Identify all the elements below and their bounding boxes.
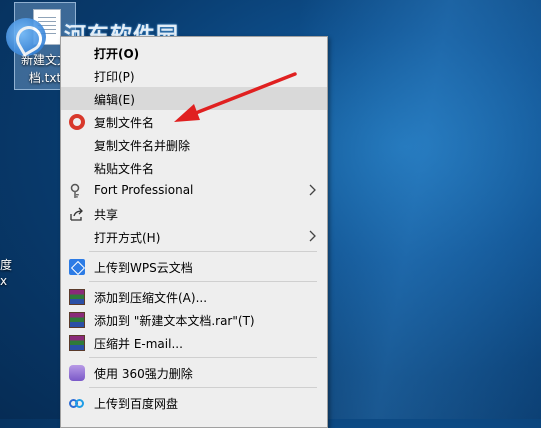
menu-item-label: 打开(O) — [94, 47, 140, 61]
partial-desktop-label: 度 — [0, 258, 13, 272]
red-arrow-annotation — [174, 72, 297, 122]
menu-item-label: 上传到百度网盘 — [94, 397, 179, 411]
winrar-icon — [69, 289, 85, 305]
menu-item-label: 添加到 "新建文本文档.rar"(T) — [94, 314, 255, 328]
menu-item-label: 粘贴文件名 — [94, 162, 155, 176]
menu-item-label: 共享 — [94, 208, 119, 222]
winrar-icon — [69, 335, 85, 351]
wps-cloud-icon — [69, 259, 85, 275]
menu-item-open[interactable]: 打开(O) — [61, 41, 327, 64]
menu-item-upload-wps[interactable]: 上传到WPS云文档 — [61, 255, 327, 278]
menu-item-label: Fort Professional — [94, 183, 194, 197]
menu-item-fort-professional[interactable]: Fort Professional — [61, 179, 327, 202]
menu-item-copy-filename-delete[interactable]: 复制文件名并删除 — [61, 133, 327, 156]
menu-separator — [89, 251, 317, 252]
menu-separator — [89, 357, 317, 358]
menu-item-label: 压缩并 E-mail... — [94, 337, 183, 351]
copy-filename-icon — [69, 114, 85, 130]
menu-item-paste-filename[interactable]: 粘贴文件名 — [61, 156, 327, 179]
share-icon — [70, 207, 83, 221]
menu-item-label: 复制文件名并删除 — [94, 139, 191, 153]
menu-item-add-to-archive[interactable]: 添加到压缩文件(A)... — [61, 285, 327, 308]
menu-separator — [89, 387, 317, 388]
baidu-netdisk-icon — [69, 395, 85, 411]
wallpaper-light-beam — [300, 0, 541, 419]
360-icon — [69, 365, 85, 381]
menu-item-baidu-upload[interactable]: 上传到百度网盘 — [61, 391, 327, 414]
key-icon — [70, 183, 80, 198]
winrar-icon — [69, 312, 85, 328]
menu-item-open-with[interactable]: 打开方式(H) — [61, 225, 327, 248]
chevron-right-icon — [309, 184, 316, 196]
menu-item-360-delete[interactable]: 使用 360强力删除 — [61, 361, 327, 384]
menu-item-label: 编辑(E) — [94, 93, 135, 107]
menu-item-label: 打开方式(H) — [94, 231, 161, 245]
partial-desktop-label: x — [0, 274, 8, 288]
menu-item-label: 复制文件名 — [94, 116, 155, 130]
menu-item-label: 添加到压缩文件(A)... — [94, 291, 208, 305]
document-icon — [33, 9, 61, 45]
menu-item-compress-email[interactable]: 压缩并 E-mail... — [61, 331, 327, 354]
menu-item-share[interactable]: 共享 — [61, 202, 327, 225]
chevron-right-icon — [309, 230, 316, 242]
menu-item-label: 打印(P) — [94, 70, 135, 84]
menu-item-add-to-rar[interactable]: 添加到 "新建文本文档.rar"(T) — [61, 308, 327, 331]
menu-separator — [89, 281, 317, 282]
menu-item-label: 上传到WPS云文档 — [94, 261, 193, 275]
menu-item-label: 使用 360强力删除 — [94, 367, 193, 381]
